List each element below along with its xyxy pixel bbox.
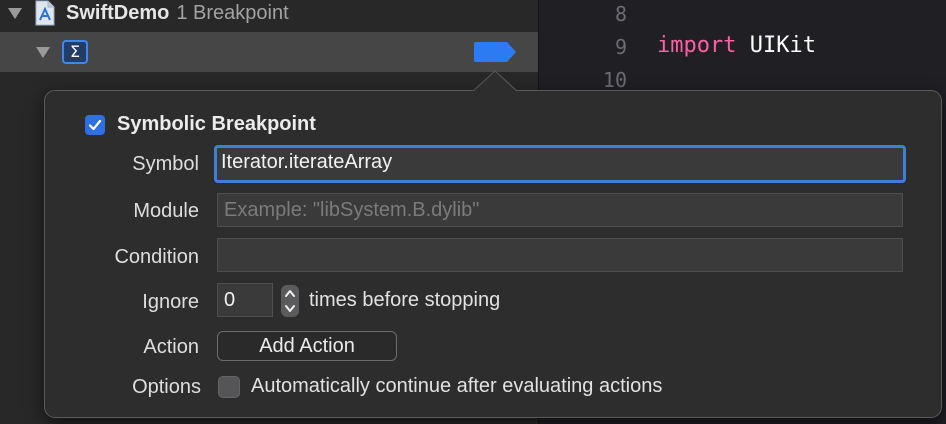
popover-title: Symbolic Breakpoint (117, 113, 316, 135)
xcode-window: SwiftDemo 1 Breakpoint Σ 8 9 10 import U… (0, 0, 946, 424)
breakpoint-editor-popover: Symbolic Breakpoint Symbol Iterator.iter… (44, 90, 942, 418)
breakpoint-marker-icon[interactable] (473, 42, 517, 62)
project-name: SwiftDemo (66, 1, 170, 24)
auto-continue-label[interactable]: Automatically continue after evaluating … (251, 375, 662, 398)
condition-field[interactable] (217, 238, 903, 272)
auto-continue-checkbox[interactable] (218, 376, 240, 398)
module-placeholder: Example: "libSystem.B.dylib" (224, 199, 480, 221)
action-label: Action (143, 336, 199, 358)
xcode-project-icon (34, 0, 56, 26)
stepper-down-icon[interactable] (281, 301, 299, 317)
module-label: Module (133, 200, 199, 222)
symbol-field[interactable]: Iterator.iterateArray (214, 145, 906, 183)
condition-label: Condition (114, 246, 199, 268)
code-identifier: UIKit (749, 33, 816, 58)
stepper-up-icon[interactable] (281, 285, 299, 301)
line-number: 10 (602, 68, 627, 92)
ignore-label: Ignore (142, 291, 199, 313)
add-action-button[interactable]: Add Action (217, 331, 397, 361)
disclosure-triangle-icon[interactable] (8, 7, 22, 19)
enable-breakpoint-checkbox[interactable] (85, 114, 105, 135)
disclosure-triangle-icon[interactable] (36, 46, 50, 58)
symbolic-breakpoint-row[interactable]: Σ (0, 32, 538, 72)
line-number: 8 (614, 2, 627, 26)
breakpoint-count: 1 Breakpoint (176, 1, 289, 24)
options-label: Options (132, 376, 201, 398)
ignore-count-field[interactable]: 0 (217, 283, 273, 317)
breakpoint-enable-row: Symbolic Breakpoint (85, 113, 316, 136)
sigma-icon: Σ (62, 40, 88, 64)
checkmark-icon (88, 119, 102, 130)
line-number: 9 (614, 35, 627, 59)
ignore-suffix-label: times before stopping (309, 289, 501, 311)
code-keyword: import (657, 33, 737, 58)
module-field[interactable]: Example: "libSystem.B.dylib" (217, 193, 903, 227)
symbol-label: Symbol (132, 153, 199, 175)
ignore-count-stepper[interactable] (281, 285, 299, 317)
popover-arrow-icon (472, 70, 518, 93)
code-line: import UIKit (657, 33, 816, 58)
project-row[interactable]: SwiftDemo 1 Breakpoint (0, 0, 538, 31)
